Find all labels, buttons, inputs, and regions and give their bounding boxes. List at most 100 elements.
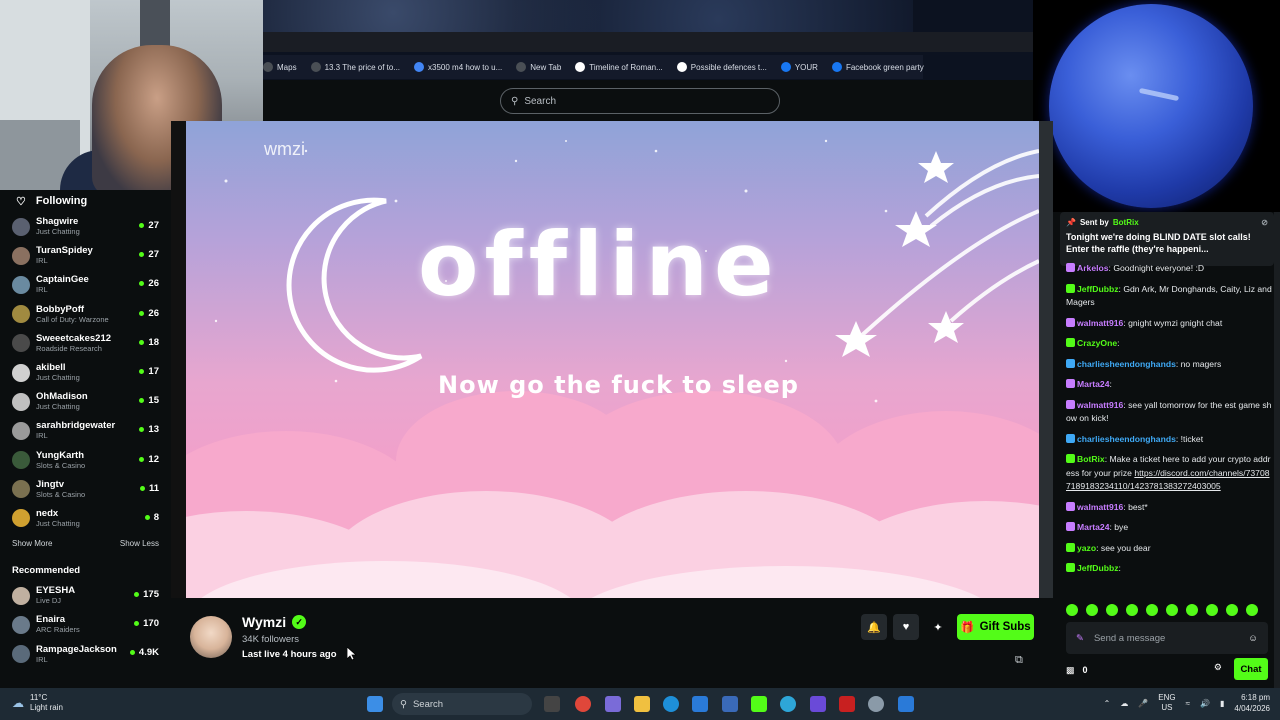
chat-username[interactable]: walmatt916 <box>1077 318 1123 328</box>
chat-username[interactable]: yazo <box>1077 543 1096 553</box>
pinned-message[interactable]: 📌 Sent by BotRix ⊘ Tonight we're doing B… <box>1060 212 1274 266</box>
bookmark-item[interactable]: 13.3 The price of to... <box>310 62 400 72</box>
sidebar-channel[interactable]: TuranSpidey IRL 27 <box>12 241 159 270</box>
bookmark-item[interactable]: Timeline of Roman... <box>575 62 663 72</box>
edge-icon[interactable] <box>663 696 679 712</box>
sparkle-button[interactable]: ✦ <box>925 614 951 640</box>
emote-icon[interactable] <box>1126 604 1138 616</box>
chat-message[interactable]: JeffDubbz: Gdn Ark, Mr Donghands, Caity,… <box>1066 283 1274 310</box>
bookmark-item[interactable]: x3500 m4 how to u... <box>414 62 502 72</box>
show-less-button[interactable]: Show Less <box>120 539 159 553</box>
search-input[interactable]: ⚲ Search <box>500 88 780 114</box>
chat-message[interactable]: charliesheendonghands: no magers <box>1066 358 1274 372</box>
chat-scrollbar[interactable] <box>1274 212 1280 688</box>
emote-icon[interactable] <box>1166 604 1178 616</box>
gift-subs-button[interactable]: 🎁 Gift Subs <box>957 614 1034 640</box>
sidebar-channel[interactable]: BobbyPoff Call of Duty: Warzone 26 <box>12 300 159 329</box>
chat-username[interactable]: JeffDubbz <box>1077 563 1119 573</box>
chat-message[interactable]: walmatt916: see yall tomorrow for the es… <box>1066 399 1274 426</box>
chat-message[interactable]: charliesheendonghands: !ticket <box>1066 433 1274 447</box>
emote-icon[interactable] <box>1186 604 1198 616</box>
sidebar-channel[interactable]: EYESHA Live DJ 175 <box>12 581 159 610</box>
emote-icon[interactable] <box>1206 604 1218 616</box>
share-icon[interactable]: ⧉ <box>1015 654 1023 667</box>
chat-message[interactable]: JeffDubbz: <box>1066 562 1274 576</box>
chat-username[interactable]: BotRix <box>1077 454 1105 464</box>
chat-message[interactable]: BotRix: Make a ticket here to add your c… <box>1066 453 1274 494</box>
app-icon[interactable] <box>605 696 621 712</box>
chat-username[interactable]: charliesheendonghands <box>1077 359 1176 369</box>
wifi-icon[interactable]: ≈ <box>1186 699 1190 708</box>
sidebar-channel[interactable]: akibell Just Chatting 17 <box>12 358 159 387</box>
sidebar-channel[interactable]: RampageJackson IRL 4.9K <box>12 639 159 668</box>
chat-message[interactable]: walmatt916: best* <box>1066 501 1274 515</box>
bookmark-item[interactable]: Possible defences t... <box>676 62 767 72</box>
chat-message[interactable]: Marta24: bye <box>1066 521 1274 535</box>
sidebar-channel[interactable]: CaptainGee IRL 26 <box>12 270 159 299</box>
gear-icon[interactable]: ⚙ <box>1214 662 1222 673</box>
bookmark-item[interactable]: Facebook green party <box>831 62 924 72</box>
chat-message[interactable]: Arkelos: Goodnight everyone! :D <box>1066 262 1274 276</box>
volume-icon[interactable]: 🔊 <box>1200 699 1210 708</box>
settings-icon[interactable] <box>868 696 884 712</box>
bookmark-item[interactable]: Maps <box>263 62 297 72</box>
chat-username[interactable]: walmatt916 <box>1077 400 1123 410</box>
chat-message[interactable]: yazo: see you dear <box>1066 542 1274 556</box>
network-icon[interactable]: ☁ <box>1120 699 1128 708</box>
sidebar-channel[interactable]: nedx Just Chatting 8 <box>12 504 159 533</box>
chat-send-button[interactable]: Chat <box>1234 658 1268 680</box>
chat-input[interactable]: ✎ Send a message ☺ <box>1066 622 1268 654</box>
task-view-icon[interactable] <box>544 696 560 712</box>
sidebar-channel[interactable]: Jingtv Slots & Casino 11 <box>12 475 159 504</box>
player-scrollbar[interactable] <box>1039 121 1053 598</box>
emote-icon[interactable] <box>1066 604 1078 616</box>
emote-icon[interactable] <box>1106 604 1118 616</box>
chat-username[interactable]: charliesheendonghands <box>1077 434 1176 444</box>
start-icon[interactable] <box>367 696 383 712</box>
chat-username[interactable]: CrazyOne <box>1077 338 1117 348</box>
follow-button[interactable]: ♥ <box>893 614 919 640</box>
acrobat-icon[interactable] <box>839 696 855 712</box>
chat-username[interactable]: walmatt916 <box>1077 502 1123 512</box>
emote-icon[interactable] <box>1226 604 1238 616</box>
chat-message[interactable]: Marta24: <box>1066 378 1274 392</box>
clock[interactable]: 6:18 pm 4/04/2026 <box>1234 692 1270 714</box>
chat-username[interactable]: Arkelos <box>1077 263 1109 273</box>
sidebar-channel[interactable]: sarahbridgewater IRL 13 <box>12 416 159 445</box>
sidebar-channel[interactable]: YungKarth Slots & Casino 12 <box>12 446 159 475</box>
bookmark-item[interactable]: YOUR <box>780 62 818 72</box>
channel-avatar[interactable] <box>190 616 232 658</box>
emote-icon[interactable] <box>1146 604 1158 616</box>
chrome-icon[interactable] <box>575 696 591 712</box>
sidebar-channel[interactable]: Enaira ARC Raiders 170 <box>12 610 159 639</box>
chat-message[interactable]: walmatt916: gnight wymzi gnight chat <box>1066 317 1274 331</box>
chat-message[interactable]: CrazyOne: <box>1066 337 1274 351</box>
emote-icon[interactable] <box>1246 604 1258 616</box>
taskbar-search[interactable]: ⚲ Search <box>392 693 532 715</box>
kick-icon[interactable] <box>751 696 767 712</box>
app-icon[interactable] <box>898 696 914 712</box>
notification-bell-button[interactable]: 🔔 <box>861 614 887 640</box>
sidebar-channel[interactable]: OhMadison Just Chatting 15 <box>12 387 159 416</box>
chat-username[interactable]: Marta24 <box>1077 522 1109 532</box>
file-explorer-icon[interactable] <box>634 696 650 712</box>
bookmark-item[interactable]: New Tab <box>516 62 561 72</box>
chat-username[interactable]: Marta24 <box>1077 379 1109 389</box>
store-icon[interactable] <box>722 696 738 712</box>
mic-icon[interactable]: 🎤 <box>1138 699 1148 708</box>
chevron-up-icon[interactable]: ⌃ <box>1104 699 1111 708</box>
language-indicator[interactable]: ENG US <box>1158 693 1175 713</box>
channel-name[interactable]: Wymzi ✓ <box>242 614 307 630</box>
telegram-icon[interactable] <box>780 696 796 712</box>
points-icon[interactable]: ▩ <box>1066 665 1075 676</box>
emoji-icon[interactable]: ☺ <box>1248 633 1258 644</box>
weather-widget[interactable]: ☁ 11°C Light rain <box>12 693 63 713</box>
battery-icon[interactable]: ▮ <box>1220 699 1224 708</box>
chat-username[interactable]: JeffDubbz <box>1077 284 1119 294</box>
sidebar-channel[interactable]: Sweeetcakes212 Roadside Research 18 <box>12 329 159 358</box>
outlook-icon[interactable] <box>692 696 708 712</box>
hide-icon[interactable]: ⊘ <box>1261 218 1268 227</box>
app-icon[interactable] <box>810 696 826 712</box>
sidebar-channel[interactable]: Shagwire Just Chatting 27 <box>12 212 159 241</box>
video-player[interactable]: wmzi offline Now go the fuck to sleep <box>171 121 1039 598</box>
